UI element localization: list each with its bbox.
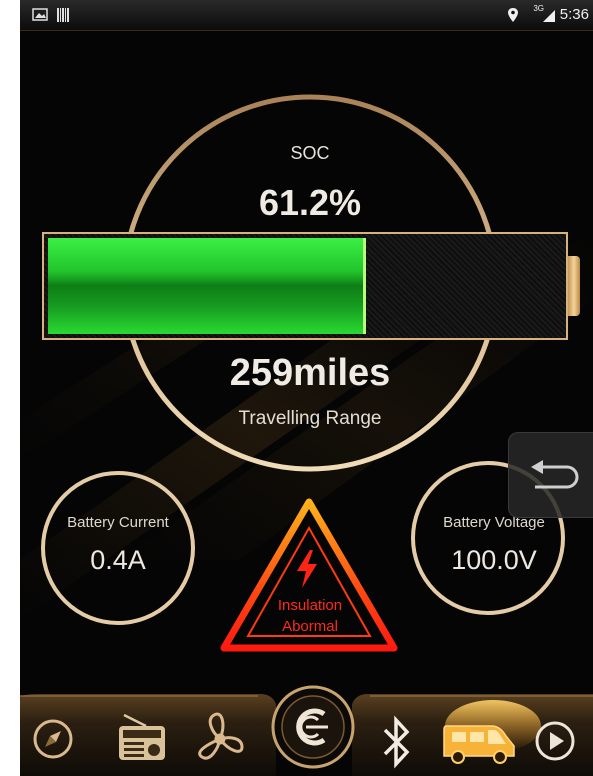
brand-logo-icon — [271, 685, 355, 769]
soc-battery-bar — [42, 232, 568, 340]
status-bar: 3G 5:36 — [20, 0, 593, 31]
nav-vehicle-button[interactable] — [440, 712, 518, 764]
battery-current-value: 0.4A — [90, 545, 146, 575]
status-time: 5:36 — [559, 6, 589, 23]
soc-battery-fill — [48, 238, 366, 334]
nav-bluetooth-button[interactable] — [380, 714, 412, 770]
nav-home-button[interactable] — [270, 684, 356, 770]
compass-icon — [33, 719, 73, 759]
battery-voltage-value: 100.0V — [451, 545, 537, 575]
battery-current-label: Battery Current — [67, 514, 169, 531]
barcode-icon — [57, 8, 69, 22]
lightning-icon — [297, 550, 317, 588]
gallery-icon — [32, 8, 48, 21]
battery-terminal — [568, 256, 580, 316]
fan-icon — [198, 712, 244, 760]
travelling-range-label: Travelling Range — [238, 408, 382, 429]
bluetooth-icon — [383, 715, 410, 769]
back-button[interactable] — [508, 432, 593, 518]
nav-media-button[interactable] — [534, 720, 576, 762]
location-pin-icon — [508, 8, 518, 22]
warning-line1: Insulation — [277, 597, 343, 614]
radio-icon — [119, 713, 165, 760]
van-icon — [443, 725, 515, 764]
soc-label: SOC — [290, 143, 330, 163]
soc-value: 61.2% — [258, 182, 362, 223]
nav-navigation-button[interactable] — [32, 718, 74, 760]
warning-line2: Abormal — [282, 618, 338, 635]
travelling-range-value: 259miles — [229, 352, 391, 394]
signal-icon — [543, 10, 555, 22]
nav-climate-button[interactable] — [192, 710, 248, 768]
back-arrow-icon — [531, 460, 579, 489]
nav-radio-button[interactable] — [116, 712, 168, 766]
bottom-nav-bar — [20, 685, 593, 776]
play-icon — [535, 721, 575, 761]
